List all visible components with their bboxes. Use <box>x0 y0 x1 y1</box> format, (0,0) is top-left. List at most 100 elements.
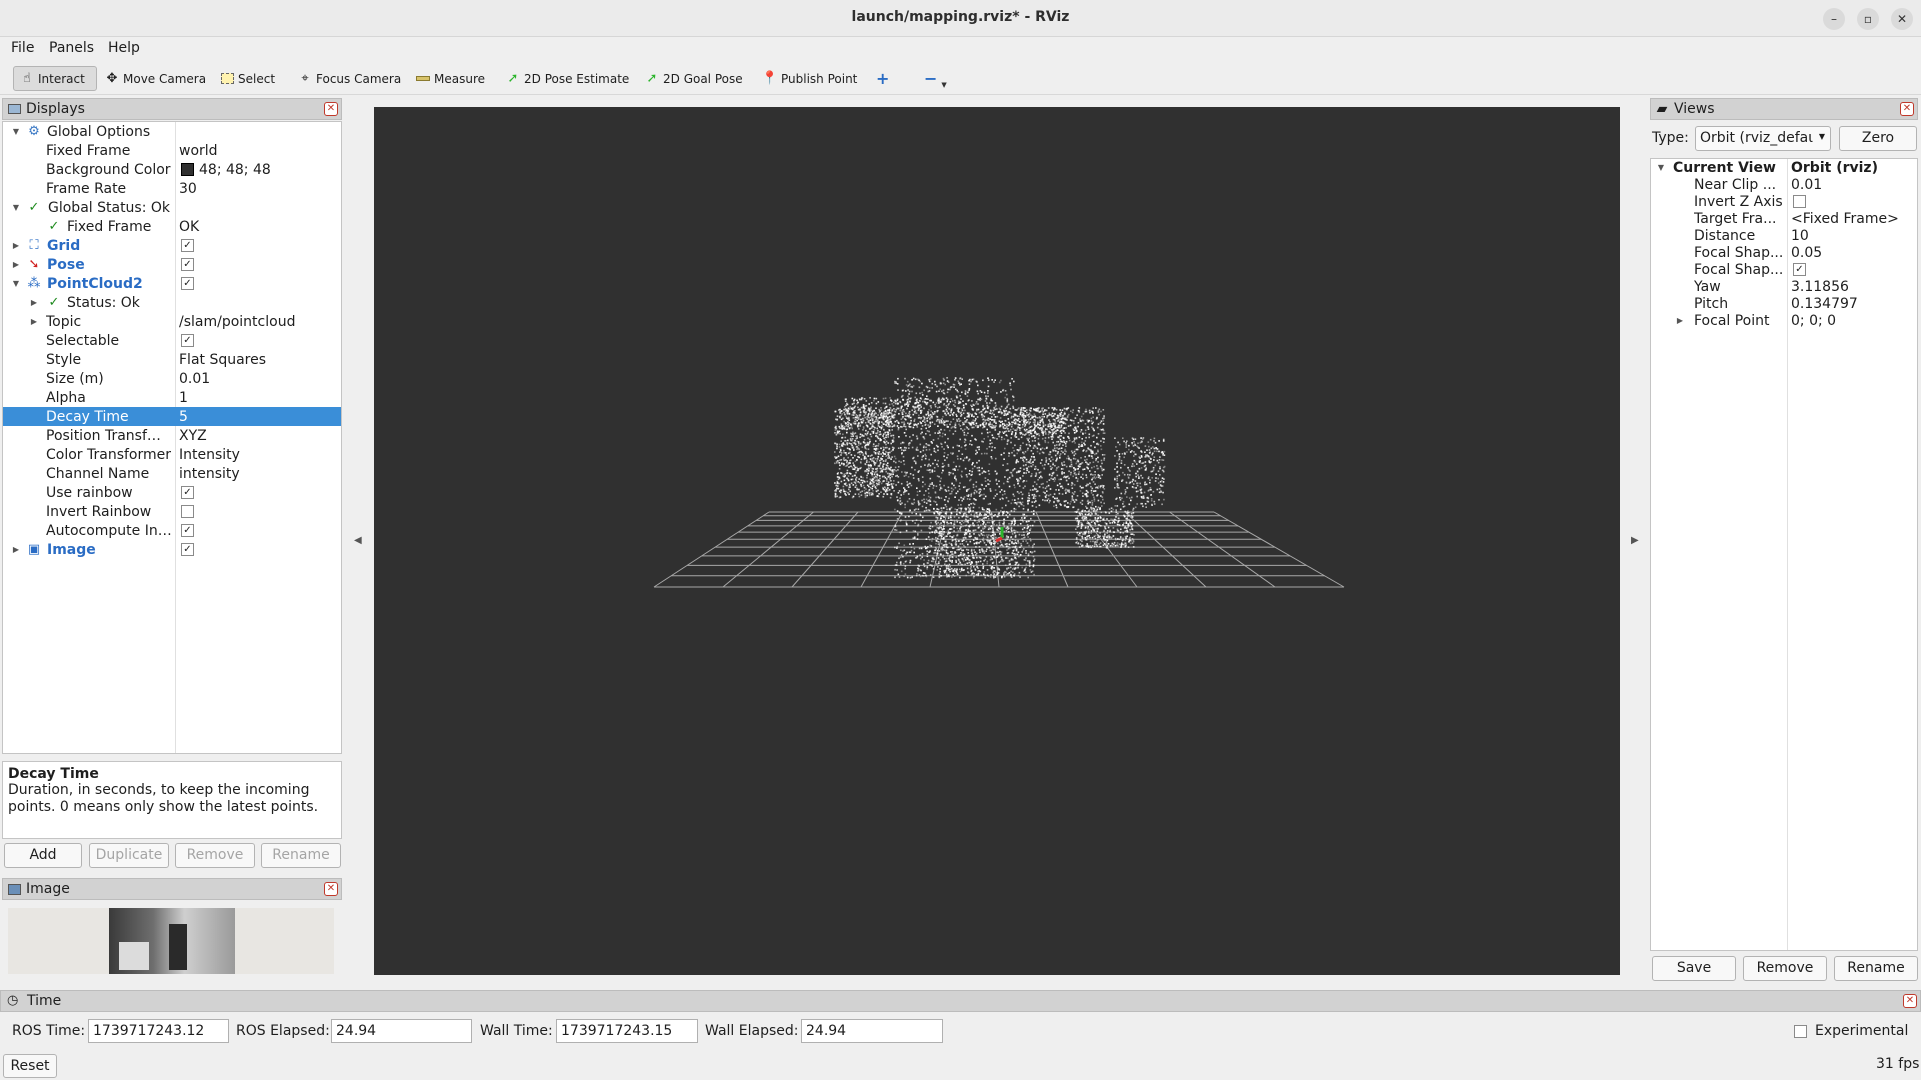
checkbox-checked[interactable]: ✓ <box>181 258 194 271</box>
display-row-value[interactable]: OK <box>179 219 199 235</box>
minimize-button[interactable]: – <box>1823 8 1845 30</box>
display-row[interactable]: Size (m) 0.01 <box>3 369 341 388</box>
point <box>1110 510 1113 513</box>
point <box>1144 451 1146 453</box>
point <box>987 518 990 520</box>
maximize-button[interactable]: ▫ <box>1857 8 1879 30</box>
display-row-value[interactable]: 5 <box>179 409 188 425</box>
menu-panels[interactable]: Panels <box>49 40 94 56</box>
display-row-value[interactable]: 30 <box>179 181 197 197</box>
expand-closed-icon[interactable]: ▶ <box>11 260 21 269</box>
rename-display-button[interactable]: Rename <box>261 843 341 868</box>
goal-pose-tool[interactable]: ➚ 2D Goal Pose <box>639 66 749 91</box>
remove-tool-button[interactable]: − ▼ <box>918 66 953 91</box>
point <box>954 508 956 510</box>
point <box>1025 443 1028 446</box>
3d-viewport[interactable] <box>374 107 1620 975</box>
display-row[interactable]: Background Color 48; 48; 48 <box>3 160 341 179</box>
point <box>953 523 956 526</box>
point <box>1091 478 1093 481</box>
add-tool-button[interactable]: + <box>870 66 895 91</box>
checkbox-checked[interactable]: ✓ <box>181 543 194 556</box>
display-row-value[interactable]: Flat Squares <box>179 352 266 368</box>
color-swatch[interactable] <box>181 163 194 176</box>
viewport-canvas[interactable] <box>374 107 1620 975</box>
duplicate-display-button[interactable]: Duplicate <box>89 843 169 868</box>
checkbox-checked[interactable]: ✓ <box>181 524 194 537</box>
display-row[interactable]: ▶ ✓ Status: Ok <box>3 293 341 312</box>
display-row[interactable]: Style Flat Squares <box>3 350 341 369</box>
measure-tool[interactable]: Measure <box>410 66 491 91</box>
expand-open-icon[interactable]: ▼ <box>11 203 21 212</box>
expand-open-icon[interactable]: ▼ <box>11 279 21 288</box>
display-row[interactable]: Autocompute In… ✓ <box>3 521 341 540</box>
point <box>1024 485 1026 488</box>
close-panel-icon[interactable]: ✕ <box>324 102 338 116</box>
display-row[interactable]: ▼ ⁂ PointCloud2 ✓ <box>3 274 341 293</box>
point <box>1011 530 1013 532</box>
checkbox-checked[interactable]: ✓ <box>181 239 194 252</box>
expand-open-icon[interactable]: ▼ <box>11 127 21 136</box>
close-window-button[interactable]: ✕ <box>1891 8 1913 30</box>
point <box>1099 428 1102 431</box>
focus-camera-tool[interactable]: ⌖ Focus Camera <box>292 66 407 91</box>
point <box>1131 533 1134 535</box>
expand-closed-icon[interactable]: ▶ <box>29 317 39 326</box>
point <box>936 569 938 571</box>
monitor-icon <box>7 102 21 116</box>
expand-closed-icon[interactable]: ▶ <box>11 545 21 554</box>
point <box>994 576 997 578</box>
display-row[interactable]: Channel Name intensity <box>3 464 341 483</box>
collapse-right-icon[interactable]: ▶ <box>1631 535 1639 546</box>
menu-file[interactable]: File <box>11 40 34 56</box>
expand-closed-icon[interactable]: ▶ <box>11 241 21 250</box>
display-row[interactable]: ✓ Fixed Frame OK <box>3 217 341 236</box>
point <box>1090 530 1093 532</box>
interact-tool[interactable]: ☝ Interact <box>13 66 97 91</box>
display-row[interactable]: Decay Time 5 <box>3 407 341 426</box>
display-row[interactable]: Frame Rate 30 <box>3 179 341 198</box>
display-row[interactable]: ▼ ⚙ Global Options <box>3 122 341 141</box>
display-row-value[interactable]: intensity <box>179 466 240 482</box>
pose-estimate-tool[interactable]: ➚ 2D Pose Estimate <box>500 66 635 91</box>
checkbox-checked[interactable]: ✓ <box>181 334 194 347</box>
point <box>1090 449 1092 451</box>
close-panel-icon[interactable]: ✕ <box>324 882 338 896</box>
display-row[interactable]: Selectable ✓ <box>3 331 341 350</box>
point <box>864 416 866 419</box>
expand-closed-icon[interactable]: ▶ <box>29 298 39 307</box>
display-row[interactable]: Color Transformer Intensity <box>3 445 341 464</box>
select-tool[interactable]: Select <box>214 66 281 91</box>
display-row[interactable]: Position Transf… XYZ <box>3 426 341 445</box>
checkbox-unchecked[interactable] <box>181 505 194 518</box>
point <box>892 434 895 437</box>
point <box>1128 497 1131 499</box>
publish-point-tool[interactable]: 📍 Publish Point <box>757 66 863 91</box>
add-display-button[interactable]: Add <box>4 843 82 868</box>
checkbox-checked[interactable]: ✓ <box>181 486 194 499</box>
display-row[interactable]: ▶ ▣ Image ✓ <box>3 540 341 559</box>
display-row-value[interactable]: /slam/pointcloud <box>179 314 295 330</box>
display-row[interactable]: Alpha 1 <box>3 388 341 407</box>
display-row-value[interactable]: XYZ <box>179 428 207 444</box>
display-row[interactable]: ▶ ⛶ Grid ✓ <box>3 236 341 255</box>
display-row[interactable]: Use rainbow ✓ <box>3 483 341 502</box>
remove-display-button[interactable]: Remove <box>175 843 255 868</box>
display-row[interactable]: ▶ Topic/slam/pointcloud <box>3 312 341 331</box>
point <box>1041 437 1044 440</box>
display-row-value[interactable]: world <box>179 143 218 159</box>
display-row-value[interactable]: 48; 48; 48 <box>199 162 271 178</box>
point <box>886 462 889 464</box>
display-row-value[interactable]: 0.01 <box>179 371 210 387</box>
point <box>1149 438 1152 441</box>
display-row[interactable]: Invert Rainbow <box>3 502 341 521</box>
menu-help[interactable]: Help <box>108 40 140 56</box>
checkbox-checked[interactable]: ✓ <box>181 277 194 290</box>
display-row[interactable]: ▶ ➘ Pose ✓ <box>3 255 341 274</box>
collapse-left-icon[interactable]: ◀ <box>354 535 362 546</box>
move-camera-tool[interactable]: ✥ Move Camera <box>99 66 212 91</box>
display-row[interactable]: Fixed Frame world <box>3 141 341 160</box>
display-row-value[interactable]: 1 <box>179 390 188 406</box>
display-row-value[interactable]: Intensity <box>179 447 240 463</box>
display-row[interactable]: ▼ ✓ Global Status: Ok <box>3 198 341 217</box>
